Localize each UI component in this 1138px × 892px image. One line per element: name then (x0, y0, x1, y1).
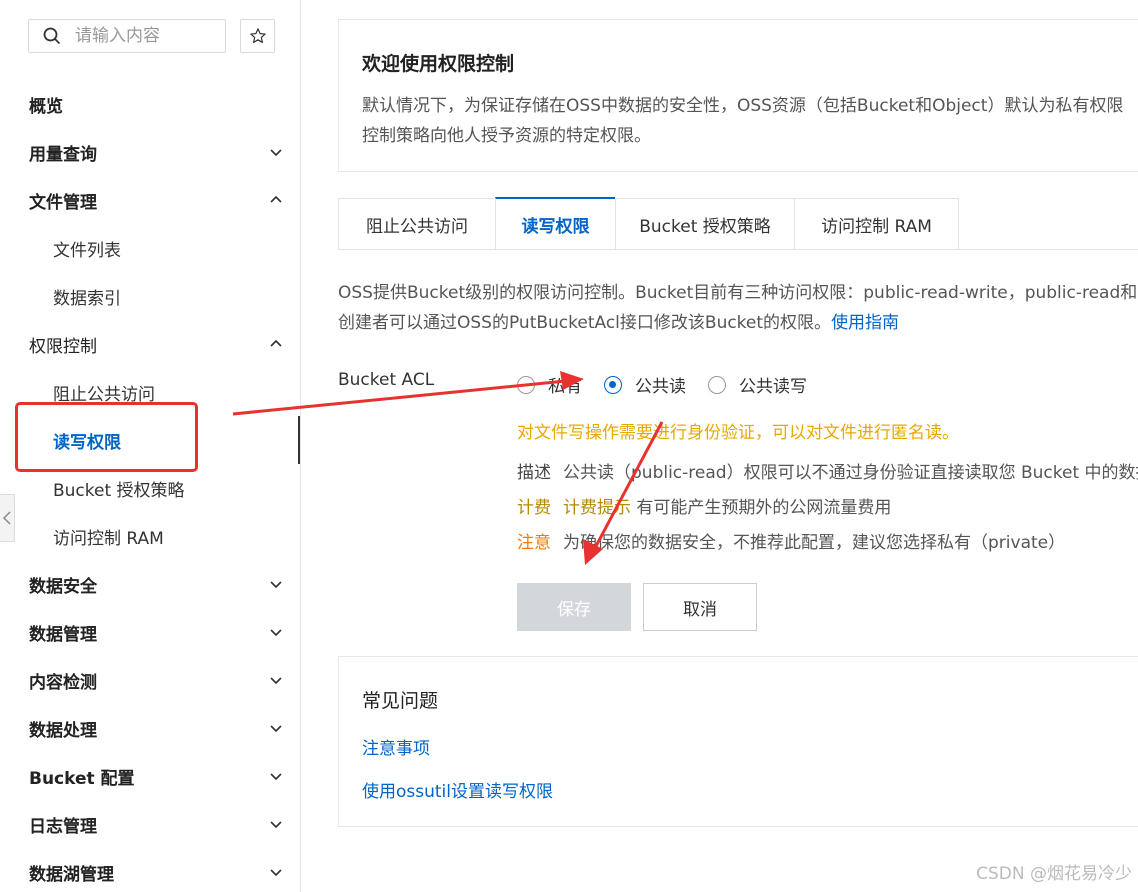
sidebar-item-usage[interactable]: 用量查询 (0, 132, 300, 172)
chevron-down-icon (270, 869, 282, 877)
sidebar-divider (300, 0, 301, 892)
permission-tabs: 阻止公共访问 读写权限 Bucket 授权策略 访问控制 RAM (338, 197, 959, 250)
sidebar-item-content-detection[interactable]: 内容检测 (0, 660, 300, 700)
tab-block-public-access[interactable]: 阻止公共访问 (338, 198, 495, 250)
acl-intro-line: 创建者可以通过OSS的PutBucketAcl接口修改该Bucket的权限。使用… (338, 308, 1138, 338)
sidebar-item-label: 用量查询 (29, 144, 97, 165)
radio-label: 公共读 (635, 377, 686, 397)
sidebar-item-data-index[interactable]: 数据索引 (0, 276, 300, 316)
fee-key: 计费 (517, 498, 551, 518)
radio-label: 公共读写 (739, 377, 807, 397)
acl-warning: 对文件写操作需要进行身份验证，可以对文件进行匿名读。 (517, 423, 959, 443)
sidebar-item-label: 概览 (29, 96, 63, 117)
faq-link-notes[interactable]: 注意事项 (362, 734, 430, 759)
sidebar: 概览 用量查询 文件管理 文件列表 数据索引 权限控制 阻止公共访问 读写权限 … (0, 0, 300, 892)
sidebar-item-overview[interactable]: 概览 (0, 84, 300, 124)
tab-ram[interactable]: 访问控制 RAM (794, 198, 959, 250)
guide-link[interactable]: 使用指南 (831, 313, 899, 333)
bucket-acl-label: Bucket ACL (338, 370, 435, 390)
sidebar-item-permission-control[interactable]: 权限控制 (0, 324, 300, 364)
radio-circle-checked[interactable] (604, 375, 622, 394)
chevron-up-icon (270, 339, 282, 347)
favorite-button[interactable] (240, 19, 275, 53)
acl-intro-line: OSS提供Bucket级别的权限访问控制。Bucket目前有三种访问权限：pub… (338, 283, 1138, 303)
description-key: 描述 (517, 463, 551, 483)
radio-public-read-write[interactable]: 公共读写 (708, 372, 807, 397)
sidebar-item-label: 内容检测 (29, 672, 97, 693)
acl-description-row: 描述 公共读（public-read）权限可以不通过身份验证直接读取您 Bucke… (517, 458, 1138, 483)
radio-circle[interactable] (708, 375, 726, 394)
chevron-down-icon (270, 821, 282, 829)
sidebar-item-label: 数据湖管理 (29, 864, 114, 885)
sidebar-item-bucket-policy[interactable]: Bucket 授权策略 (0, 468, 300, 508)
acl-fee-row: 计费 计费提示 有可能产生预期外的公网流量费用 (517, 493, 891, 518)
sidebar-item-label: 数据索引 (53, 288, 121, 309)
faq-link-ossutil[interactable]: 使用ossutil设置读写权限 (362, 777, 553, 802)
tab-bucket-policy[interactable]: Bucket 授权策略 (615, 198, 794, 250)
welcome-description: 默认情况下，为保证存储在OSS中数据的安全性，OSS资源（包括Bucket和Ob… (362, 91, 1138, 151)
note-text: 为确保您的数据安全，不推荐此配置，建议您选择私有（private） (563, 533, 1066, 553)
sidebar-item-label: 文件列表 (53, 240, 121, 261)
sidebar-item-label: 访问控制 RAM (53, 528, 164, 549)
radio-public-read[interactable]: 公共读 (604, 372, 686, 397)
sidebar-item-log-management[interactable]: 日志管理 (0, 804, 300, 844)
search-input[interactable] (73, 25, 217, 47)
chevron-down-icon (270, 677, 282, 685)
search-icon (43, 27, 61, 45)
sidebar-item-file-list[interactable]: 文件列表 (0, 228, 300, 268)
tab-underline (338, 249, 1138, 250)
welcome-description-line: 控制策略向他人授予资源的特定权限。 (362, 126, 651, 146)
tab-read-write-permission[interactable]: 读写权限 (495, 197, 615, 250)
sidebar-item-file-management[interactable]: 文件管理 (0, 180, 300, 220)
description-text: 公共读（public-read）权限可以不通过身份验证直接读取您 Bucket … (563, 463, 1138, 483)
sidebar-item-read-write-permission[interactable]: 读写权限 (0, 420, 300, 460)
faq-card: 常见问题 注意事项 使用ossutil设置读写权限 (338, 656, 1138, 827)
faq-title: 常见问题 (362, 690, 439, 712)
chevron-down-icon (270, 725, 282, 733)
acl-intro-text: 创建者可以通过OSS的PutBucketAcl接口修改该Bucket的权限。 (338, 313, 832, 333)
sidebar-item-label: 文件管理 (29, 192, 97, 213)
chevron-down-icon (270, 773, 282, 781)
welcome-card: 欢迎使用权限控制 默认情况下，为保证存储在OSS中数据的安全性，OSS资源（包括… (338, 19, 1138, 172)
save-button[interactable]: 保存 (517, 583, 631, 631)
sidebar-item-label: 数据管理 (29, 624, 97, 645)
radio-label: 私有 (548, 377, 582, 397)
radio-private[interactable]: 私有 (517, 372, 582, 397)
sidebar-item-label: 数据处理 (29, 720, 97, 741)
sidebar-item-label: 日志管理 (29, 816, 97, 837)
welcome-title: 欢迎使用权限控制 (362, 53, 515, 75)
chevron-down-icon (270, 149, 282, 157)
fee-hint[interactable]: 计费提示 (563, 498, 631, 518)
cancel-button[interactable]: 取消 (643, 583, 757, 631)
note-key: 注意 (517, 533, 551, 553)
search-input-wrapper[interactable] (28, 19, 226, 53)
chevron-down-icon (270, 629, 282, 637)
sidebar-item-data-processing[interactable]: 数据处理 (0, 708, 300, 748)
sidebar-item-label: 阻止公共访问 (53, 384, 155, 405)
chevron-left-icon (2, 511, 11, 525)
chevron-down-icon (270, 581, 282, 589)
watermark: CSDN @烟花易冷少 (976, 864, 1132, 884)
sidebar-item-label: 数据安全 (29, 576, 97, 597)
sidebar-item-label: Bucket 配置 (29, 768, 135, 789)
sidebar-item-label: 权限控制 (29, 336, 97, 357)
fee-text: 有可能产生预期外的公网流量费用 (636, 498, 892, 518)
acl-note-row: 注意 为确保您的数据安全，不推荐此配置，建议您选择私有（private） (517, 528, 1065, 553)
sidebar-item-bucket-config[interactable]: Bucket 配置 (0, 756, 300, 796)
sidebar-item-data-security[interactable]: 数据安全 (0, 564, 300, 604)
welcome-description-line: 默认情况下，为保证存储在OSS中数据的安全性，OSS资源（包括Bucket和Ob… (362, 96, 1124, 116)
acl-intro: OSS提供Bucket级别的权限访问控制。Bucket目前有三种访问权限：pub… (338, 278, 1138, 338)
star-icon (249, 28, 266, 44)
sidebar-item-data-management[interactable]: 数据管理 (0, 612, 300, 652)
acl-radio-group: 私有 公共读 公共读写 (517, 372, 829, 397)
sidebar-item-data-lake[interactable]: 数据湖管理 (0, 852, 300, 892)
sidebar-item-ram[interactable]: 访问控制 RAM (0, 516, 300, 556)
sidebar-collapse-button[interactable] (0, 494, 15, 542)
radio-circle[interactable] (517, 375, 535, 394)
chevron-up-icon (270, 195, 282, 203)
sidebar-item-block-public-access[interactable]: 阻止公共访问 (0, 372, 300, 412)
sidebar-item-label: 读写权限 (53, 432, 121, 453)
sidebar-item-label: Bucket 授权策略 (53, 480, 185, 501)
